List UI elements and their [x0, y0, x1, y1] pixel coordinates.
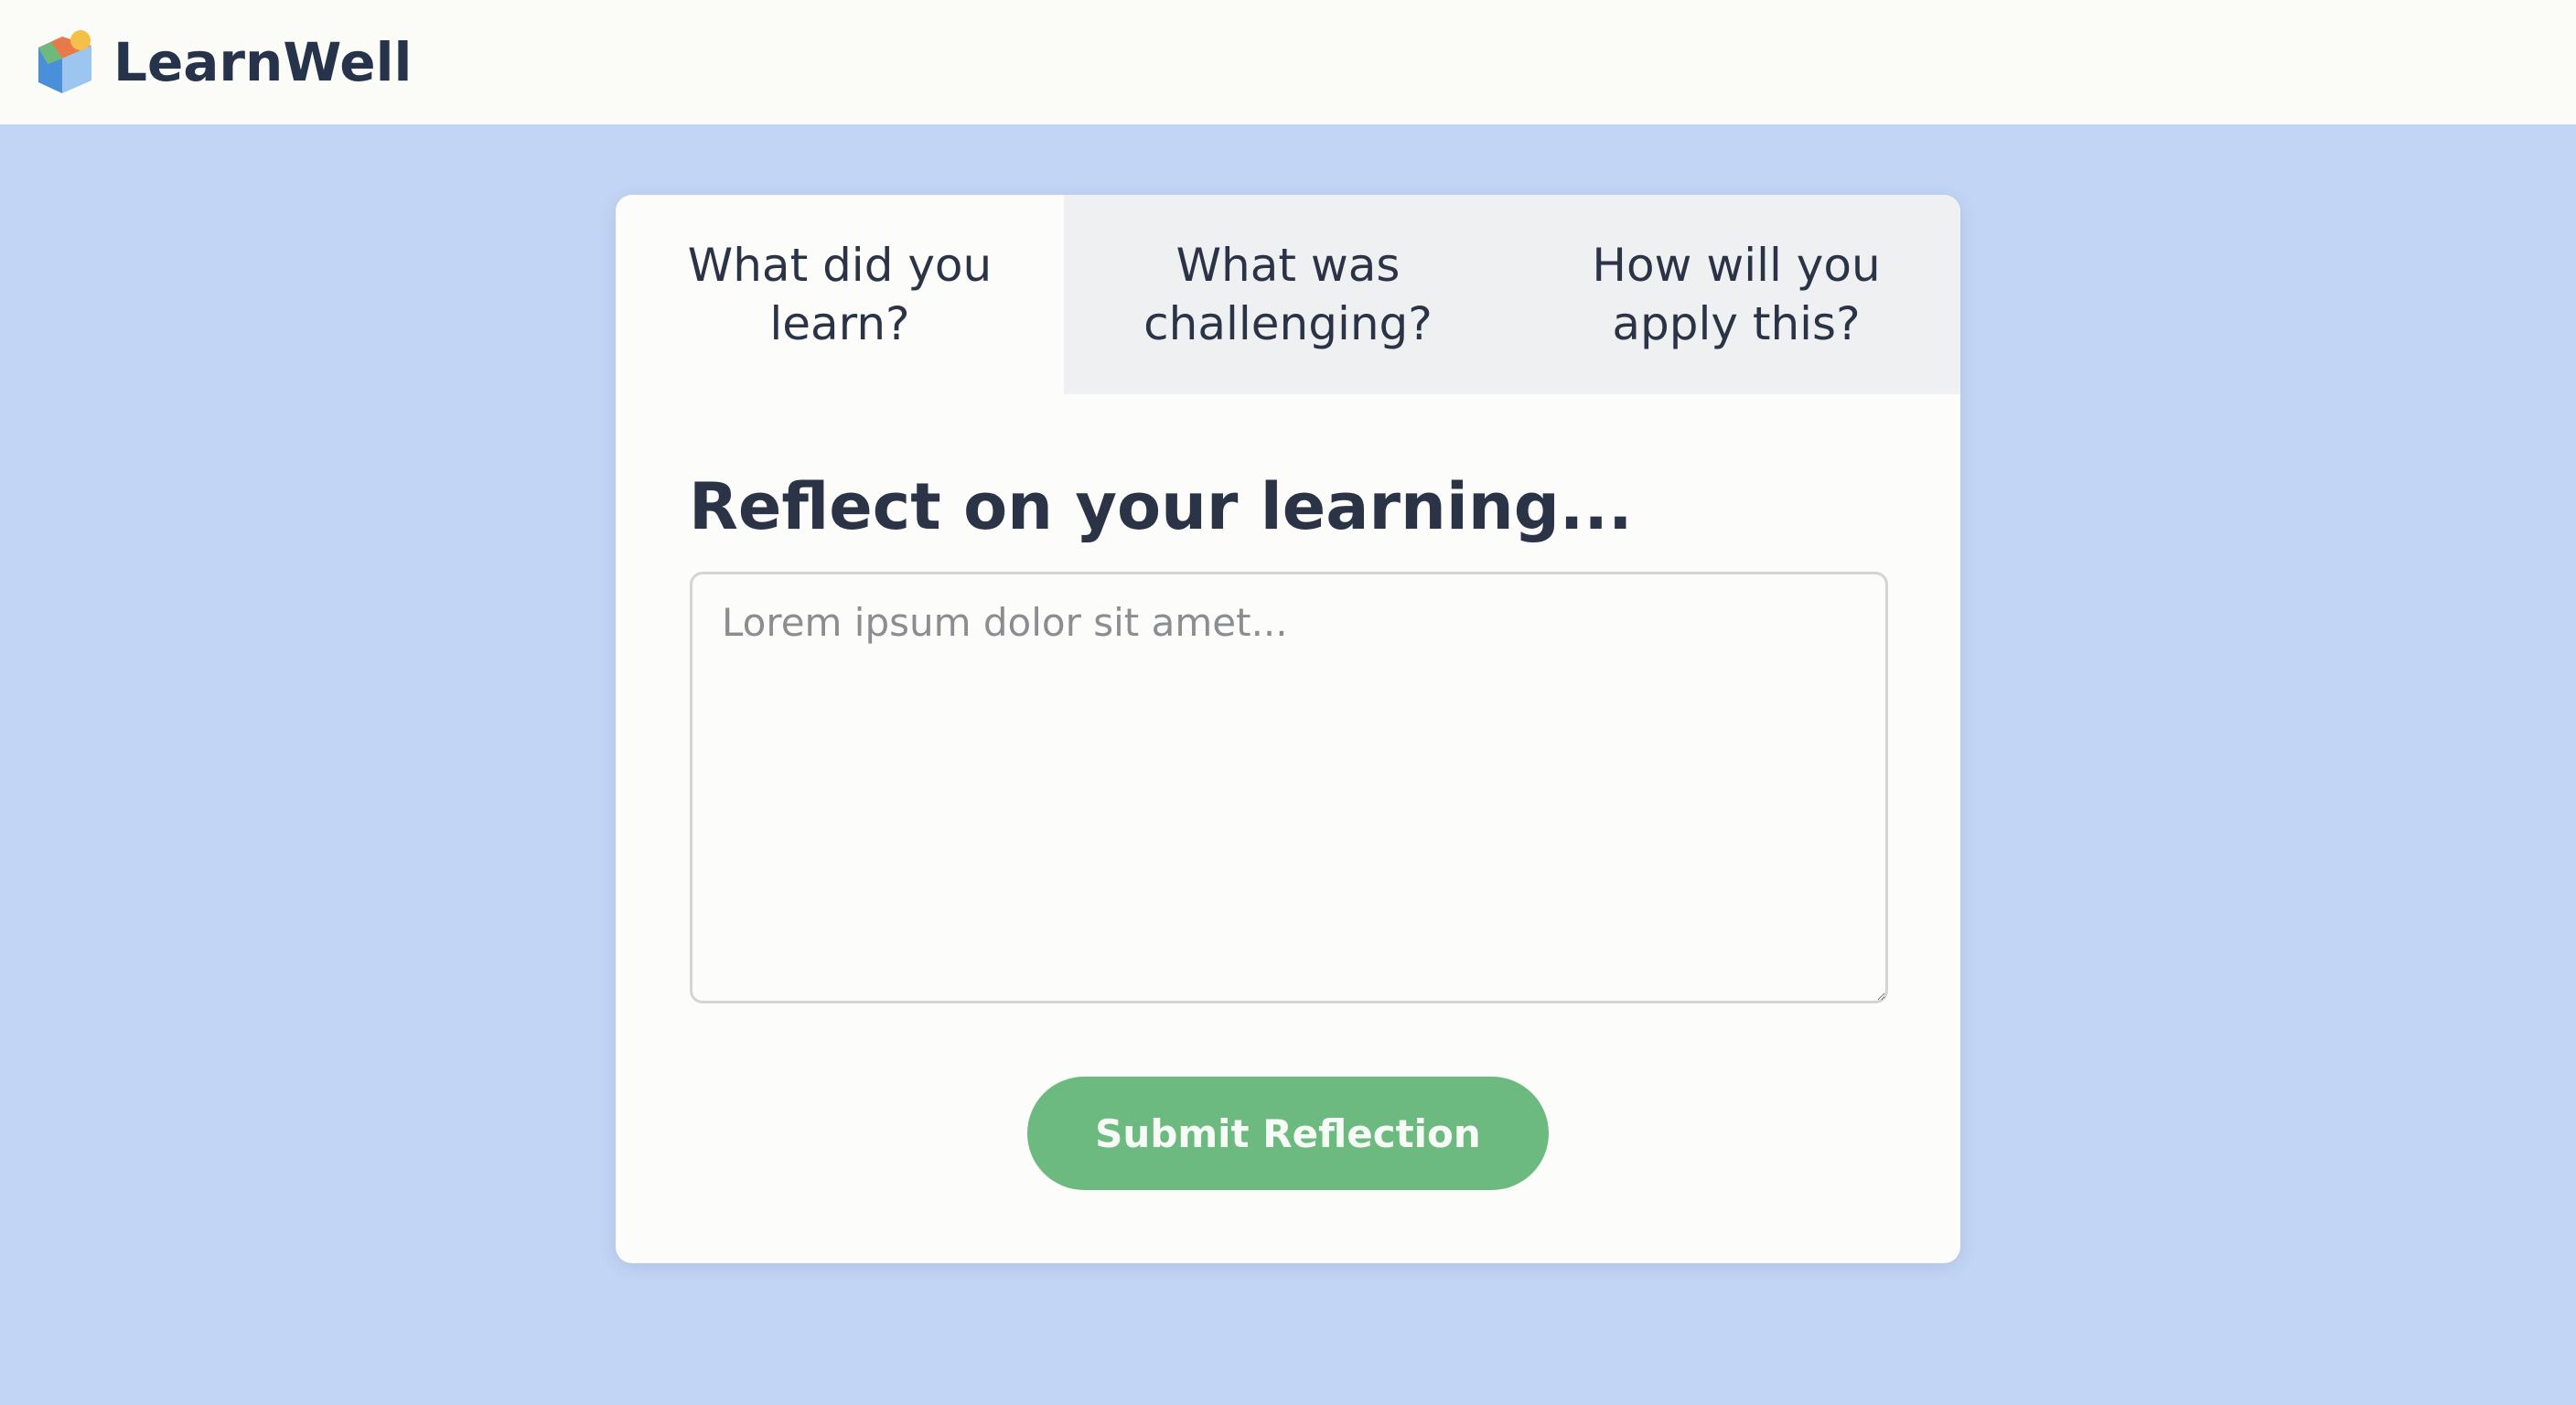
- reflection-heading: Reflect on your learning...: [689, 469, 1633, 544]
- top-bar: LearnWell: [0, 0, 2576, 124]
- tab-what-was-challenging[interactable]: What was challenging?: [1064, 195, 1512, 394]
- logo[interactable]: LearnWell: [35, 27, 412, 97]
- reflection-textarea[interactable]: [690, 572, 1888, 1003]
- submit-reflection-button[interactable]: Submit Reflection: [1027, 1077, 1549, 1190]
- tab-how-will-you-apply[interactable]: How will you apply this?: [1512, 195, 1960, 394]
- question-tabs: What did you learn? What was challenging…: [616, 195, 1960, 394]
- tab-what-did-you-learn[interactable]: What did you learn?: [616, 195, 1064, 394]
- cube-learning-icon: [38, 30, 91, 93]
- brand-name: LearnWell: [113, 31, 413, 93]
- reflection-card: What did you learn? What was challenging…: [616, 195, 1960, 1263]
